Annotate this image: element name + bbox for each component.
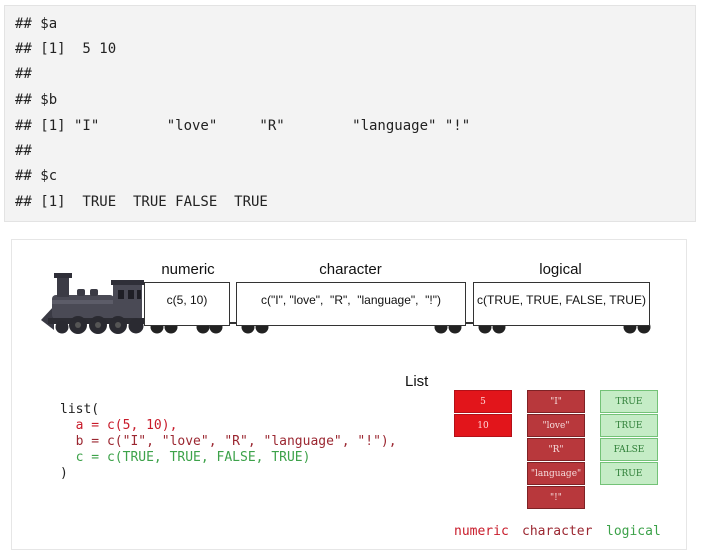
character-cell: "I"	[527, 390, 585, 413]
car-character: c("I", "love", "R", "language", "!")	[236, 282, 466, 326]
list-train-figure: numeric character logical c(5, 10) c("I"…	[11, 239, 687, 550]
console-line: ## $c	[15, 168, 58, 184]
character-cell: "!"	[527, 486, 585, 509]
column-label-logical: logical	[606, 524, 661, 539]
logical-cell: TRUE	[600, 390, 658, 413]
console-output: ## $a ## [1] 5 10 ## ## $b ## [1] "I" "l…	[4, 5, 696, 222]
car-content: c(5, 10)	[166, 293, 208, 307]
console-line: ##	[15, 143, 32, 159]
code-line-a: a = c(5, 10),	[60, 418, 178, 433]
numeric-cell: 10	[454, 414, 512, 437]
logical-cell: TRUE	[600, 414, 658, 437]
column-label-numeric: numeric	[454, 524, 509, 539]
car-content: c("I", "love", "R", "language", "!")	[261, 293, 441, 307]
console-line: ##	[15, 66, 32, 82]
code-line-b: b = c("I", "love", "R", "language", "!")…	[60, 434, 397, 449]
console-line: ## [1] "I" "love" "R" "language" "!"	[15, 118, 471, 134]
console-line: ## $a	[15, 16, 58, 32]
character-cell: "language"	[527, 462, 585, 485]
code-line-c: c = c(TRUE, TRUE, FALSE, TRUE)	[60, 450, 311, 465]
console-line: ## [1] 5 10	[15, 41, 117, 57]
logical-cell: TRUE	[600, 462, 658, 485]
numeric-cell: 5	[454, 390, 512, 413]
logical-cell: FALSE	[600, 438, 658, 461]
car-content: c(TRUE, TRUE, FALSE, TRUE)	[477, 293, 646, 307]
console-line: ## $b	[15, 92, 58, 108]
car-label-logical: logical	[539, 261, 582, 278]
console-line: ## [1] TRUE TRUE FALSE TRUE	[15, 194, 268, 210]
character-cell: "R"	[527, 438, 585, 461]
locomotive-icon	[41, 273, 144, 334]
car-label-character: character	[319, 261, 382, 278]
character-cell: "love"	[527, 414, 585, 437]
car-logical: c(TRUE, TRUE, FALSE, TRUE)	[473, 282, 650, 326]
column-label-character: character	[522, 524, 593, 539]
list-title: List	[405, 373, 429, 390]
code-open: list(	[60, 402, 100, 417]
car-label-numeric: numeric	[161, 261, 215, 278]
car-numeric: c(5, 10)	[144, 282, 230, 326]
code-close: )	[60, 466, 68, 481]
